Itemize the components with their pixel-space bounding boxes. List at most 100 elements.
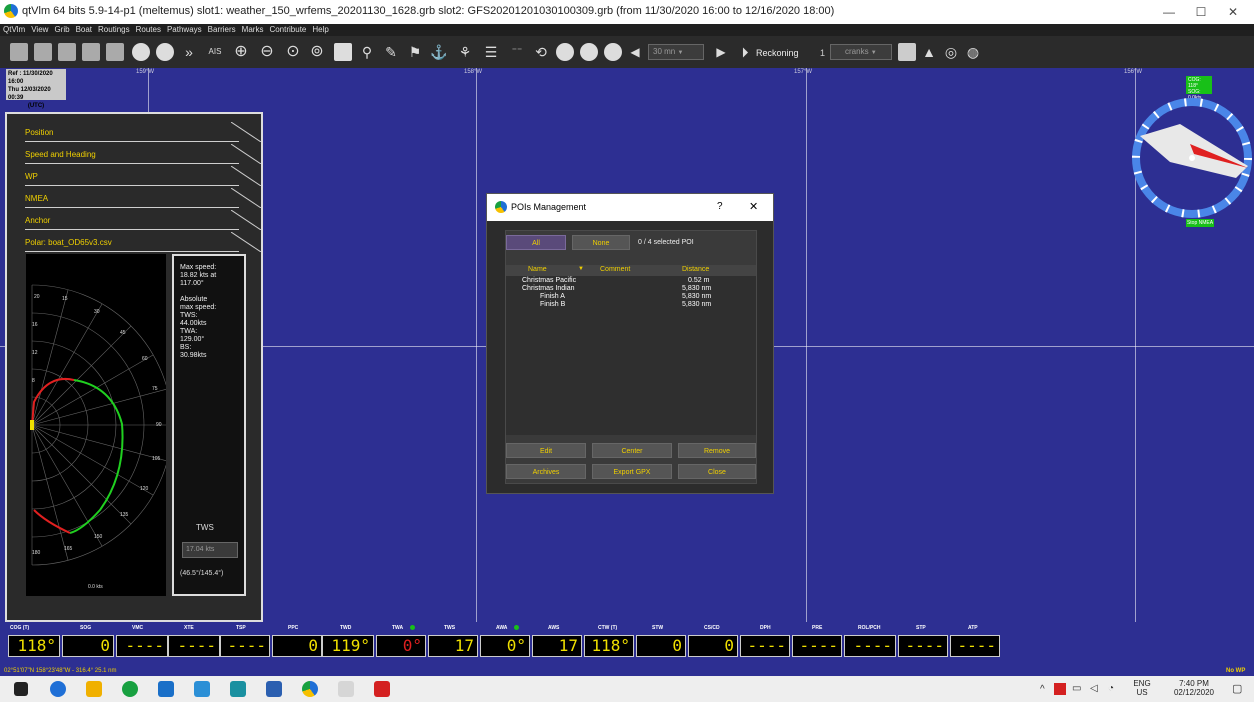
menu-view[interactable]: View [28,24,51,34]
poi-row[interactable]: Christmas Pacific 0.52 m [506,277,756,285]
panel-row-polar[interactable]: Polar: boat_OD65v3.csv [25,232,261,252]
instrument-label: TWD [340,625,352,631]
target-icon[interactable]: ◎ [942,43,960,61]
barometer-icon[interactable] [156,43,174,61]
maximize-button[interactable]: ☐ [1186,2,1216,22]
java-app-icon[interactable] [338,681,354,697]
time-step-select[interactable]: 30 mn ▼ [648,44,704,60]
language-indicator[interactable]: ENG US [1130,679,1154,697]
step-forward-icon[interactable]: ▶ [712,43,730,61]
poi-row[interactable]: Christmas Indian 5,830 nm [506,285,756,293]
wifi-icon[interactable]: ◔ [1108,683,1114,694]
minimize-button[interactable]: — [1154,2,1184,22]
step-back-icon[interactable]: ◀ [626,43,644,61]
menu-barriers[interactable]: Barriers [205,24,239,34]
vlm-sync-icon[interactable] [82,43,100,61]
chrome-browser-icon[interactable] [122,681,138,697]
zoom-boat-icon[interactable]: ⊚ [308,43,326,61]
alarm-bell-icon[interactable] [898,43,916,61]
center-button[interactable]: Center [592,443,672,458]
cranks-count[interactable]: 1 [820,48,825,58]
menu-pathways[interactable]: Pathways [164,24,205,34]
clock[interactable]: 7:40 PM 02/12/2020 [1164,679,1224,697]
calculator-app-icon[interactable] [230,681,246,697]
reckoning-label[interactable]: Reckoning [756,48,799,58]
play-back-icon[interactable] [556,43,574,61]
zoom-fit-icon[interactable]: ⊙ [284,43,302,61]
menu-marks[interactable]: Marks [239,24,267,34]
clock-date: 02/12/2020 [1173,688,1215,697]
open-grib-icon[interactable] [10,43,28,61]
edit-button[interactable]: Edit [506,443,586,458]
menu-contribute[interactable]: Contribute [266,24,309,34]
magnifier-icon[interactable]: ⚲ [358,43,376,61]
qtvlm-taskbar-icon[interactable] [302,681,318,697]
windows-start-icon[interactable] [14,682,28,696]
panel-row-wp[interactable]: WP [25,166,261,186]
panel-row-speed-heading[interactable]: Speed and Heading [25,144,261,164]
grib-range-icon[interactable]: ⁻⁻ [508,43,526,61]
stop-nmea-button[interactable]: Stop NMEA [1186,219,1214,227]
barrier-icon[interactable]: ☰ [482,43,500,61]
cranks-select[interactable]: cranks ▼ [830,44,892,60]
now-icon[interactable] [580,43,598,61]
archives-button[interactable]: Archives [506,464,586,479]
pathway-icon[interactable]: ⚓ [430,43,448,61]
panel-row-anchor[interactable]: Anchor [25,210,261,230]
lifebuoy-icon[interactable]: ◍ [964,43,982,61]
menu-qtvlm[interactable]: QtVlm [0,24,28,34]
tray-chevron-icon[interactable]: ^ [1040,684,1045,695]
reckoning-play-icon[interactable]: ⏵ [736,43,754,61]
poi-name: Finish A [540,293,565,300]
zoom-in-icon[interactable]: ⊕ [232,43,250,61]
select-all-button[interactable]: All [506,235,566,250]
panel-row-position[interactable]: Position [25,122,261,142]
dialog-close-x[interactable]: ✕ [749,200,758,213]
settings-icon[interactable] [106,43,124,61]
menu-boat[interactable]: Boat [73,24,95,34]
boat-info-icon[interactable] [132,43,150,61]
outlook-icon[interactable] [158,681,174,697]
volume-icon[interactable]: ◁ [1090,683,1098,694]
close-button[interactable]: Close [678,464,756,479]
close-window-button[interactable]: ✕ [1218,2,1248,22]
poi-table[interactable]: Name ▼ Comment Distance Christmas Pacifi… [506,265,756,435]
export-gpx-button[interactable]: Export GPX [592,464,672,479]
poi-row[interactable]: Finish B 5,830 nm [506,301,756,309]
anchor-warning-icon[interactable]: ▲ [920,43,938,61]
menu-routings[interactable]: Routings [95,24,133,34]
help-button[interactable]: ? [717,201,723,212]
menu-routes[interactable]: Routes [133,24,164,34]
menu-grib[interactable]: Grib [51,24,72,34]
grib-manager-icon[interactable] [58,43,76,61]
tws-spinbox[interactable]: 17.04 kts [182,542,238,558]
forward-icon[interactable] [604,43,622,61]
word-icon[interactable] [266,681,282,697]
select-area-icon[interactable] [334,43,352,61]
reload-grib-icon[interactable] [34,43,52,61]
column-distance[interactable]: Distance [682,266,709,273]
tray-app-icon[interactable] [1054,683,1066,695]
remove-button[interactable]: Remove [678,443,756,458]
network-icon[interactable]: ▭ [1072,683,1081,694]
column-name[interactable]: Name [528,266,547,273]
sync-icon[interactable]: ⟲ [532,43,550,61]
menu-help[interactable]: Help [309,24,331,34]
mast-icon[interactable]: ⚑ [406,43,424,61]
poi-row[interactable]: Finish A 5,830 nm [506,293,756,301]
notification-icon[interactable]: ▢ [1232,682,1242,695]
edge-browser-icon[interactable] [50,681,66,697]
instrument-value: 119° [322,635,374,657]
zoom-out-icon[interactable]: ⊖ [258,43,276,61]
office-app-icon[interactable] [194,681,210,697]
twa-status-dot [410,625,415,630]
acrobat-icon[interactable] [374,681,390,697]
wind-icon[interactable]: » [180,43,198,61]
ais-icon[interactable]: AIS [206,43,224,61]
file-explorer-icon[interactable] [86,681,102,697]
routing-icon[interactable]: ⚘ [456,43,474,61]
select-none-button[interactable]: None [572,235,630,250]
pen-icon[interactable]: ✎ [382,43,400,61]
column-comment[interactable]: Comment [600,266,630,273]
panel-row-nmea[interactable]: NMEA [25,188,261,208]
